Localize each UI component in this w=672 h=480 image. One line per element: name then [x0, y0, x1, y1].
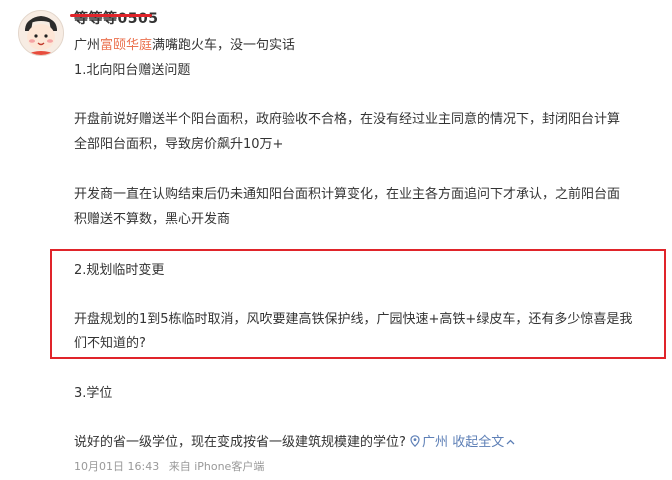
post-meta: 10月01日 16:43 来自 iPhone客户端: [74, 458, 270, 474]
para1-line2: 全部阳台面积，导致房价飙升10万+: [74, 137, 284, 152]
location-label: 广州: [422, 435, 449, 450]
collapse-text-button[interactable]: 收起全文: [452, 435, 515, 450]
intro-prefix: 广州: [74, 38, 101, 53]
weibo-post: 等等等0505 广州富颐华庭满嘴跑火车，没一句实话 1.北向阳台赠送问题 开盘前…: [0, 0, 672, 480]
location-link[interactable]: 广州: [410, 435, 448, 450]
post-intro: 广州富颐华庭满嘴跑火车，没一句实话: [74, 37, 295, 55]
username[interactable]: 等等等0505: [74, 8, 158, 28]
chevron-up-icon: [506, 439, 515, 445]
para2-line2: 积赠送不算数，黑心开发商: [74, 212, 231, 227]
para4-text: 说好的省一级学位，现在变成按省一级建筑规模建的学位?: [74, 435, 406, 450]
section3-title: 3.学位: [74, 386, 113, 401]
para3-line1: 开盘规划的1到5栋临时取消，风吹要建高铁保护线，广园快速+高铁+绿皮车，还有多少…: [74, 312, 633, 327]
location-pin-icon: [410, 435, 420, 448]
username-redaction-mark: [70, 14, 152, 17]
section2-title: 2.规划临时变更: [74, 263, 165, 278]
para3-line2: 们不知道的?: [74, 336, 146, 351]
intro-suffix: 满嘴跑火车，没一句实话: [152, 38, 296, 53]
avatar[interactable]: [18, 10, 64, 56]
post-source: 来自 iPhone客户端: [168, 460, 265, 473]
para1-line1: 开盘前说好赠送半个阳台面积，政府验收不合格，在没有经过业主同意的情况下，封闭阳台…: [74, 112, 621, 127]
para2-line1: 开发商一直在认购结束后仍未通知阳台面积计算变化，在业主各方面追问下才承认，之前阳…: [74, 187, 621, 202]
section1-title: 1.北向阳台赠送问题: [74, 63, 191, 78]
post-date[interactable]: 10月01日 16:43: [74, 460, 159, 473]
collapse-label: 收起全文: [452, 435, 505, 450]
avatar-cartoon-icon: [19, 11, 63, 55]
topic-link[interactable]: 富颐华庭: [100, 38, 152, 53]
para4-line: 说好的省一级学位，现在变成按省一级建筑规模建的学位? 广州 收起全文: [74, 434, 515, 452]
